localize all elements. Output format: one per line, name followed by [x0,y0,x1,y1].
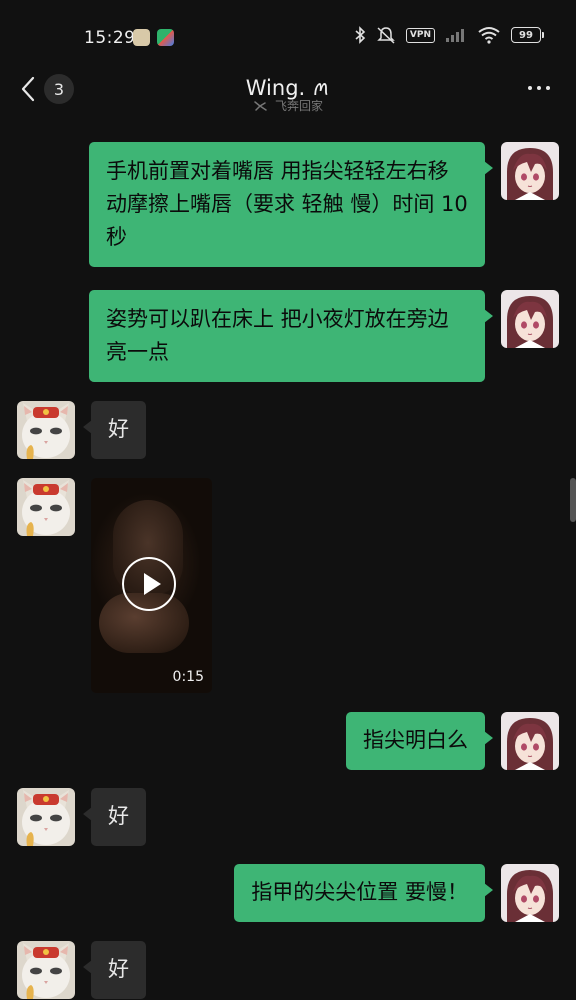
battery-level: 99 [519,29,533,41]
message-bubble-outgoing[interactable]: 指甲的尖尖位置 要慢！ [234,864,493,922]
vpn-icon: VPN [405,27,435,43]
scrollbar[interactable] [570,478,576,522]
mute-icon [377,27,395,44]
avatar-contact[interactable] [17,478,75,536]
message-bubble-outgoing[interactable]: 姿势可以趴在床上 把小夜灯放在旁边 亮一点 [89,290,493,382]
avatar-self[interactable] [501,712,559,770]
status-time: 15:29 [84,28,136,48]
play-button[interactable] [122,557,176,611]
avatar-self[interactable] [501,290,559,348]
signal-icon [446,29,464,42]
message-bubble-incoming[interactable]: 好 [83,401,146,459]
app-notification-icon [133,29,150,46]
message-bubble-incoming[interactable]: 好 [83,788,146,846]
video-message[interactable]: 0:15 [91,478,212,693]
avatar-contact[interactable] [17,941,75,999]
chat-subtitle: 飞奔回家 [0,97,576,114]
app-notification-icon [157,29,174,46]
running-icon [254,100,267,111]
avatar-self[interactable] [501,864,559,922]
avatar-self[interactable] [501,142,559,200]
bluetooth-icon [355,26,366,44]
message-bubble-incoming[interactable]: 好 [83,941,146,999]
status-text: 飞奔回家 [274,99,323,113]
video-duration: 0:15 [172,669,204,685]
message-bubble-outgoing[interactable]: 指尖明白么 [346,712,493,770]
more-options-button[interactable] [528,86,550,90]
message-bubble-outgoing[interactable]: 手机前置对着嘴唇 用指尖轻轻左右移动摩擦上嘴唇（要求 轻触 慢）时间 10 秒 [89,142,493,267]
wifi-icon [478,27,500,44]
chat-header: 3 Wing. ꪔ 飞奔回家 [0,60,576,120]
battery-icon: 99 [511,27,544,43]
avatar-contact[interactable] [17,788,75,846]
avatar-contact[interactable] [17,401,75,459]
